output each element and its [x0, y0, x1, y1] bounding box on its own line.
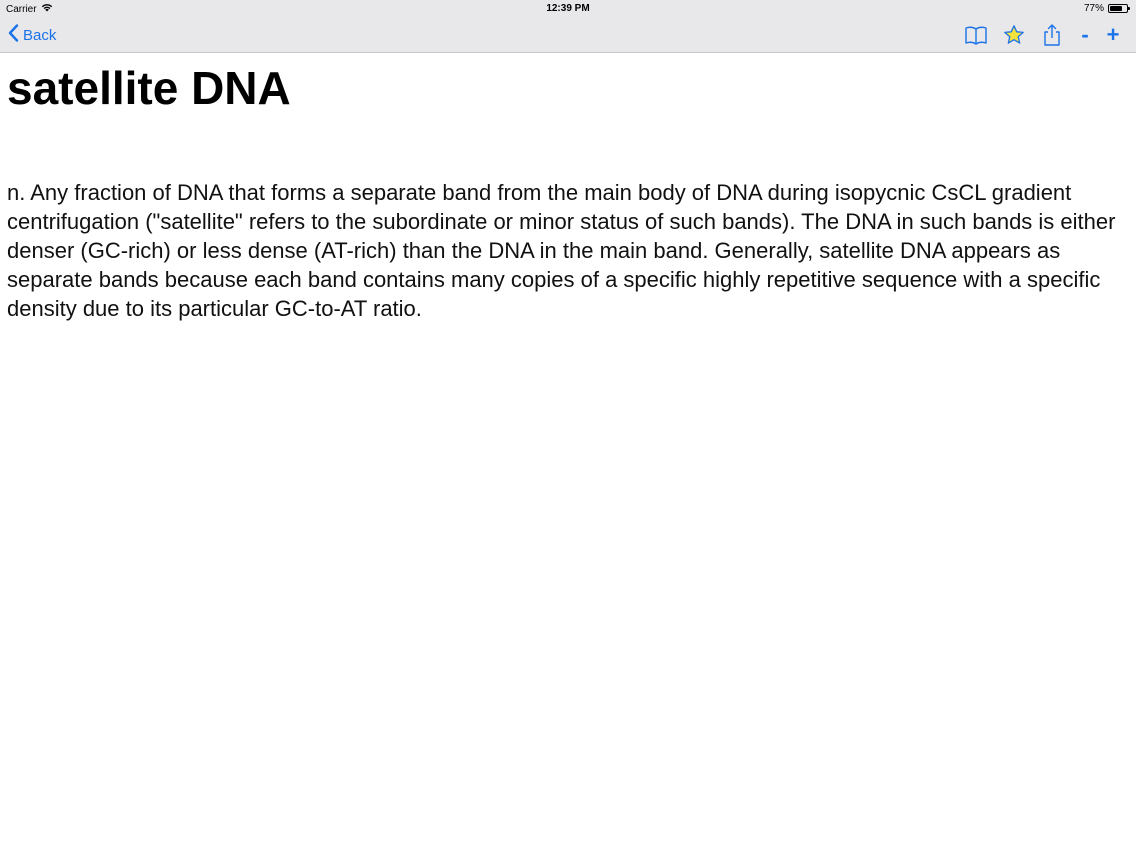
battery-fill: [1110, 6, 1122, 11]
book-icon[interactable]: [964, 23, 988, 47]
chevron-left-icon: [8, 24, 19, 46]
entry-title: satellite DNA: [7, 62, 291, 114]
battery-icon: [1108, 4, 1130, 13]
battery-nub: [1128, 7, 1130, 10]
entry-definition: n. Any fraction of DNA that forms a sepa…: [7, 180, 1116, 321]
share-icon[interactable]: [1040, 23, 1064, 47]
toolbar-actions: - +: [964, 23, 1120, 47]
zoom-out-button[interactable]: -: [1078, 23, 1092, 47]
back-label: Back: [23, 26, 57, 44]
status-right: 77%: [1083, 3, 1130, 14]
star-icon[interactable]: [1002, 23, 1026, 47]
zoom-in-button[interactable]: +: [1106, 23, 1120, 47]
battery-percent: 77%: [1083, 3, 1104, 14]
clock: 12:39 PM: [546, 3, 590, 14]
entry-content: satellite DNA n. Any fraction of DNA tha…: [7, 60, 1127, 323]
navigation-bar: Back - +: [0, 18, 1136, 53]
status-bar: Carrier 12:39 PM 77%: [0, 0, 1136, 18]
back-button[interactable]: Back: [8, 24, 56, 46]
